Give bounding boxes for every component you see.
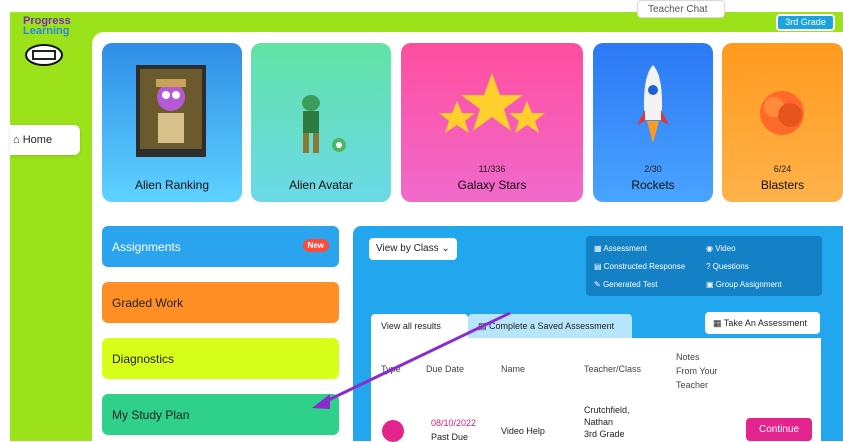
explosion-icon [760, 91, 804, 135]
sidebar-item-label: Home [22, 134, 53, 146]
logo-line-2: Learning [23, 25, 70, 37]
column-header-notes: Notes From Your Teacher [676, 352, 718, 390]
chevron-down-icon: ⌄ [441, 243, 450, 254]
legend-group: ▣ Group Assignment [706, 280, 782, 289]
continue-button[interactable]: Continue [746, 418, 812, 441]
home-icon: ⌂ [13, 134, 20, 146]
teacher-chat-button[interactable]: Teacher Chat [637, 0, 725, 18]
logo[interactable]: Progress Learning [23, 16, 71, 37]
top-bar: Teacher Chat 3rd Grade [600, 0, 843, 31]
legend-generated: ✎ Generated Test [594, 280, 658, 289]
graded-work-button[interactable]: Graded Work [102, 282, 339, 323]
take-assessment-button[interactable]: ▦ Take An Assessment [705, 312, 820, 334]
view-by-label: View by Class [376, 243, 439, 254]
assignments-label: Assignments [112, 240, 181, 254]
tab-view-all-results[interactable]: View all results [371, 314, 468, 338]
teacher-class: Crutchfield, Nathan 3rd Grade [584, 405, 630, 439]
assignments-button[interactable]: Assignments New [102, 226, 339, 267]
card-label: Blasters [760, 178, 805, 192]
card-label: Alien Avatar [289, 178, 353, 192]
card-blasters[interactable]: 6/24 Blasters [722, 43, 843, 202]
video-type-icon [382, 420, 404, 442]
stars-icon [439, 73, 545, 133]
results-table: Type Due Date Name Teacher/Class Notes F… [371, 338, 821, 442]
study-plan-button[interactable]: My Study Plan [102, 394, 339, 435]
card-alien-ranking[interactable]: Alien Ranking [102, 43, 242, 202]
legend-assessment: ▦ Assessment [594, 244, 647, 253]
results-panel: View by Class ⌄ ▦ Assessment ▤ Construct… [353, 226, 843, 442]
column-header-type: Type [381, 364, 401, 374]
card-count: 2/30 [644, 164, 662, 174]
assignment-name[interactable]: Video Help [501, 426, 545, 436]
alien-avatar-icon [302, 95, 346, 153]
diagnostics-button[interactable]: Diagnostics [102, 338, 339, 379]
mascot-logo-icon [25, 44, 63, 66]
card-label: Rockets [631, 178, 675, 192]
tab-complete-saved-assessment[interactable]: ▤ Complete a Saved Assessment [468, 314, 632, 338]
card-count: 11/336 [478, 164, 506, 174]
type-legend: ▦ Assessment ▤ Constructed Response ✎ Ge… [586, 236, 822, 296]
new-badge: New [302, 239, 329, 252]
view-by-dropdown[interactable]: View by Class ⌄ [369, 238, 457, 260]
card-galaxy-stars[interactable]: 11/336 Galaxy Stars [401, 43, 583, 202]
legend-video: ◉ Video [706, 244, 736, 253]
card-alien-avatar[interactable]: Alien Avatar [251, 43, 391, 202]
assessment-icon: ▦ [713, 318, 724, 328]
card-count: 6/24 [773, 164, 792, 174]
card-rockets[interactable]: 2/30 Rockets [593, 43, 713, 202]
space-explorer-icon [136, 65, 206, 157]
card-label: Galaxy Stars [457, 178, 527, 192]
column-header-name: Name [501, 364, 526, 374]
rocket-icon [637, 65, 669, 143]
saved-assessment-icon: ▤ [478, 321, 490, 331]
legend-constructed: ▤ Constructed Response [594, 262, 686, 271]
legend-questions: ? Questions [706, 262, 749, 271]
sidebar-item-home[interactable]: ⌂ Home [10, 125, 80, 155]
due-date: 08/10/2022 [431, 418, 477, 428]
card-label: Alien Ranking [134, 178, 210, 192]
column-header-due-date: Due Date [426, 364, 465, 374]
grade-badge: 3rd Grade [776, 14, 835, 31]
column-header-teacher: Teacher/Class [584, 364, 642, 374]
